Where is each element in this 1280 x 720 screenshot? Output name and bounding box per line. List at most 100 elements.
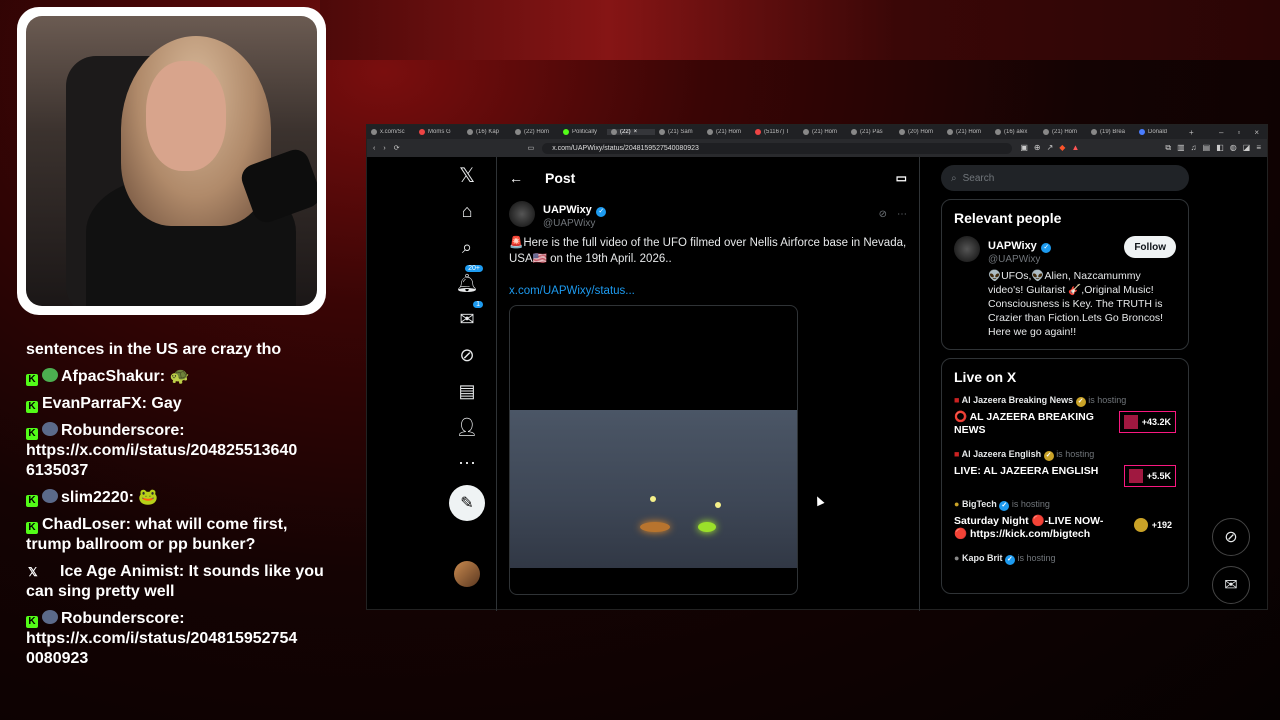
back-icon[interactable]: ‹	[373, 145, 375, 152]
compose-post-button[interactable]: ✎	[449, 485, 485, 521]
url-field[interactable]: x.com/UAPWixy/status/2048159527540080923	[542, 142, 1013, 154]
close-window-icon[interactable]: ×	[1254, 128, 1259, 137]
host-name: Al Jazeera English	[961, 449, 1042, 459]
tweet-author[interactable]: UAPWixy ✓ @UAPWixy	[543, 200, 607, 229]
live-item[interactable]: ● BigTech ✓ is hosting Saturday Night 🔴-…	[954, 499, 1176, 541]
browser-tab[interactable]: (21) Pas	[847, 129, 895, 135]
chat-message-text: sentences in the US are crazy tho	[26, 341, 282, 358]
person-name[interactable]: UAPWixy	[988, 240, 1037, 252]
browser-tab[interactable]: (21) Hom	[943, 129, 991, 135]
browser-tab[interactable]: x.com/Sc	[367, 129, 415, 135]
screenshot-icon[interactable]: ▣	[1020, 143, 1028, 153]
browser-tab[interactable]: (16) Kap	[463, 129, 511, 135]
webcam-overlay	[17, 7, 326, 315]
grok-icon[interactable]: ⊘	[879, 209, 887, 220]
tab-label: (21) Hom	[812, 129, 838, 135]
user-emote-icon	[42, 489, 58, 503]
media-icon[interactable]: ♫	[1191, 143, 1197, 153]
tweet-author-name[interactable]: UAPWixy	[543, 204, 592, 216]
browser-tab[interactable]: (16) alex	[991, 129, 1039, 135]
kick-badge-icon: K	[26, 374, 38, 386]
browser-tab[interactable]: (21) Hom	[799, 129, 847, 135]
messages-float-button[interactable]: ✉	[1212, 566, 1250, 604]
chat-message: sentences in the US are crazy tho	[26, 340, 326, 360]
grok-float-button[interactable]: ⊘	[1212, 518, 1250, 556]
browser-tab[interactable]: (20) Hom	[895, 129, 943, 135]
browser-tab[interactable]: (51167) T	[751, 129, 799, 135]
follow-button[interactable]: Follow	[1124, 236, 1176, 258]
tweet-author-avatar[interactable]	[509, 201, 535, 227]
share-icon[interactable]: ↗	[1047, 143, 1054, 153]
home-icon[interactable]: ⌂	[449, 193, 485, 229]
tab-favicon-icon	[851, 129, 857, 135]
forward-icon[interactable]: ›	[383, 145, 385, 152]
search-icon[interactable]: ⌕	[449, 229, 485, 265]
post-header: ← Post ▭	[497, 157, 919, 199]
grok-icon[interactable]: ⊘	[449, 337, 485, 373]
browser-tab[interactable]: (19) Brea	[1087, 129, 1135, 135]
browser-window: x.com/Sc Moms G (16) Kap (22) Hom Politi…	[366, 124, 1268, 611]
more-options-icon[interactable]: ⋯	[897, 209, 907, 220]
sidebar-icon[interactable]: ▥	[1177, 143, 1185, 153]
extension-icons: ▣ ⊕ ↗ ◆ ▲ ⧉ ▥ ♫ ▤ ◧ ◍ ◪ ≡	[1020, 143, 1261, 153]
more-icon[interactable]: ⋯	[449, 445, 485, 481]
browser-tab[interactable]: (21) Hom	[1039, 129, 1087, 135]
tab-favicon-icon	[515, 129, 521, 135]
tab-close-icon[interactable]: ×	[634, 129, 638, 135]
browser-tab[interactable]: Moms G	[415, 129, 463, 135]
live-item[interactable]: ■ Al Jazeera English ✓ is hosting LIVE: …	[954, 449, 1176, 487]
reload-icon[interactable]: ⟳	[394, 144, 400, 152]
tab-favicon-icon	[611, 129, 617, 135]
browser-tab-active[interactable]: (22) ×	[607, 129, 655, 135]
browser-tab[interactable]: (22) Hom	[511, 129, 559, 135]
back-arrow-icon[interactable]: ←	[509, 170, 523, 186]
live-item[interactable]: ● Kapo Brit ✓ is hosting	[954, 553, 1176, 565]
relevant-people-title: Relevant people	[954, 210, 1062, 226]
kick-badge-icon: K	[26, 495, 38, 507]
zoom-icon[interactable]: ⊕	[1034, 143, 1041, 153]
browser-tab[interactable]: (21) Hom	[703, 129, 751, 135]
browser-tab[interactable]: Politically	[559, 129, 607, 135]
browser-tab[interactable]: (21) Sam	[655, 129, 703, 135]
brave-rewards-icon[interactable]: ▲	[1071, 143, 1079, 153]
search-box[interactable]: ⌕ Search	[941, 165, 1189, 191]
chat-username: Robunderscore:	[61, 422, 185, 439]
tab-label: (51167) T	[764, 129, 790, 135]
browser-tab[interactable]: Donald	[1135, 129, 1183, 135]
person-avatar[interactable]	[954, 236, 980, 262]
webcam-feed	[26, 16, 317, 306]
tab-label: (21) Pas	[860, 129, 883, 135]
x-logo-icon[interactable]: 𝕏	[449, 157, 485, 193]
chat-username: AfpacShakur:	[61, 368, 166, 385]
chat-message: K AfpacShakur: 🐢	[26, 367, 326, 387]
chat-username: ChadLoser:	[42, 516, 131, 533]
tweet-link[interactable]: x.com/UAPWixy/status...	[509, 285, 907, 297]
bookmark-icon[interactable]: ▭	[528, 144, 535, 152]
tweet-text: 🚨Here is the full video of the UFO filme…	[509, 237, 907, 265]
new-tab-icon[interactable]: +	[1183, 128, 1200, 137]
chat-message: K EvanParraFX: Gay	[26, 394, 326, 414]
chat-message-text: https://x.com/i/status/204815952754 0080…	[26, 630, 298, 667]
brave-shield-icon[interactable]: ◆	[1059, 143, 1065, 153]
live-item[interactable]: ■ Al Jazeera Breaking News ✓ is hosting …	[954, 395, 1176, 437]
profile-icon[interactable]: 👤︎	[449, 409, 485, 445]
vpn-icon[interactable]: ◍	[1230, 143, 1237, 153]
minimize-icon[interactable]: –	[1219, 128, 1223, 137]
reader-icon[interactable]: ▭	[896, 171, 907, 185]
pin-icon[interactable]: ◧	[1216, 143, 1224, 153]
tweet-author-handle: @UAPWixy	[543, 217, 596, 229]
menu-icon[interactable]: ≡	[1256, 143, 1261, 153]
tweet-video[interactable]	[509, 305, 798, 595]
account-avatar[interactable]	[454, 561, 480, 587]
maximize-icon[interactable]: ▫	[1237, 128, 1240, 137]
extensions-icon[interactable]: ⧉	[1165, 143, 1171, 153]
verified-icon: ✓	[1043, 451, 1054, 461]
tweet-header: UAPWixy ✓ @UAPWixy ⊘ ⋯	[509, 199, 907, 229]
tab-label: (21) Hom	[1052, 129, 1078, 135]
messages-icon[interactable]: ✉ 1	[449, 301, 485, 337]
split-icon[interactable]: ▤	[1203, 143, 1211, 153]
lists-icon[interactable]: ▤	[449, 373, 485, 409]
notifications-icon[interactable]: 🔔︎ 20+	[449, 265, 485, 301]
wallet-icon[interactable]: ◪	[1243, 143, 1251, 153]
ufo-light	[640, 522, 670, 532]
